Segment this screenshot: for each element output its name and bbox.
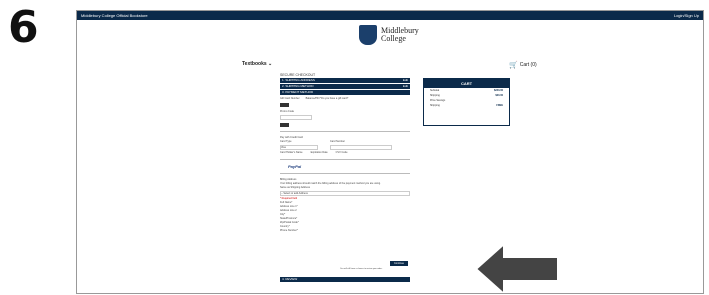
promo-label: Promo Code xyxy=(280,110,295,113)
crest-icon xyxy=(359,25,377,45)
gift-card-row: Gift Card Number Balance/PIN *Do you hav… xyxy=(280,97,410,100)
subtotal-value: $243.00 xyxy=(493,89,503,92)
cart-summary: CART Subtotal $243.00 Shipping $20.00 Pric… xyxy=(423,78,510,126)
edit-link[interactable]: Edit xyxy=(403,78,408,83)
same-address-checkbox[interactable]: Same as Shipping Address xyxy=(280,186,410,190)
continue-button[interactable]: Continue xyxy=(390,261,408,266)
total-label: Shipping xyxy=(430,104,440,107)
step-review[interactable]: 4. REVIEW xyxy=(280,277,410,282)
cardholder-label: Card Holder's Name xyxy=(280,151,303,154)
card-type-select[interactable]: Visa xyxy=(280,145,318,150)
top-bar: Middlebury College Official Bookstore Lo… xyxy=(77,11,703,20)
card-row-2: Card Holder's Name Expiration Date CVV C… xyxy=(280,151,410,155)
apply-gift-button[interactable] xyxy=(280,103,289,107)
subtotal-label: Subtotal xyxy=(430,89,440,92)
gift-card-label: Gift Card Number xyxy=(280,97,300,100)
shipping-label: Shipping xyxy=(430,94,440,97)
college-logo[interactable]: Middlebury College xyxy=(359,25,419,45)
browser-screenshot: Middlebury College Official Bookstore Lo… xyxy=(76,10,704,294)
divider xyxy=(280,131,410,132)
discount-label: Price Savings xyxy=(430,99,446,102)
divider xyxy=(280,159,410,160)
address-select[interactable]: -- Select or add Address xyxy=(280,191,410,196)
cart-title: CART xyxy=(424,79,509,88)
total-row: Shipping FREE xyxy=(424,103,509,108)
logo-line2: College xyxy=(381,34,406,43)
paypal-option[interactable]: PayPal xyxy=(288,164,410,169)
step-number: 6 xyxy=(8,2,39,53)
store-name: Middlebury College Official Bookstore xyxy=(81,13,148,18)
total-value: FREE xyxy=(496,104,503,107)
apply-promo-button[interactable] xyxy=(280,123,289,127)
step-shipping-address[interactable]: 1. SHIPPING ADDRESS Edit xyxy=(280,78,410,83)
edit-link[interactable]: Edit xyxy=(403,84,408,89)
nav-row: Textbooks ⌄ 🛒 Cart (0) xyxy=(77,61,703,71)
divider xyxy=(280,173,410,174)
step-shipping-method[interactable]: 2. SHIPPING METHOD Edit xyxy=(280,84,410,89)
login-link[interactable]: Login/Sign Up xyxy=(674,11,699,20)
gift-card-note: Balance/PIN *Do you have a gift card? xyxy=(305,97,349,100)
step-label: 3. PAYMENT METHOD xyxy=(282,90,314,94)
card-number-label: Card Number xyxy=(330,140,346,143)
step-label: 2. SHIPPING METHOD xyxy=(282,84,314,88)
card-row: Card Type Visa Card Number xyxy=(280,140,410,151)
shipping-value: $20.00 xyxy=(495,94,503,97)
cart-icon: 🛒 xyxy=(509,62,518,69)
cart-link[interactable]: 🛒 Cart (0) xyxy=(509,61,537,69)
address-fields: Full Name* Address Line 1* Address Line … xyxy=(280,201,410,233)
checkout-panel: SECURE CHECKOUT 1. SHIPPING ADDRESS Edit… xyxy=(280,73,410,282)
cart-count: Cart (0) xyxy=(519,62,537,68)
card-type-label: Card Type xyxy=(280,140,292,143)
pointer-arrow-icon xyxy=(476,244,559,293)
submit-note: You will still have a chance to review y… xyxy=(340,268,383,270)
textbooks-menu[interactable]: Textbooks ⌄ xyxy=(242,61,272,67)
card-number-input[interactable] xyxy=(330,145,392,150)
exp-date-label: Expiration Date xyxy=(310,151,328,154)
promo-input[interactable] xyxy=(280,115,312,120)
checkout-title: SECURE CHECKOUT xyxy=(280,73,316,77)
step-label: 1. SHIPPING ADDRESS xyxy=(282,78,315,82)
field-label: Phone Number* xyxy=(280,229,298,232)
cvv-label: CVV Code xyxy=(335,151,348,154)
step-payment-method: 3. PAYMENT METHOD xyxy=(280,90,410,95)
